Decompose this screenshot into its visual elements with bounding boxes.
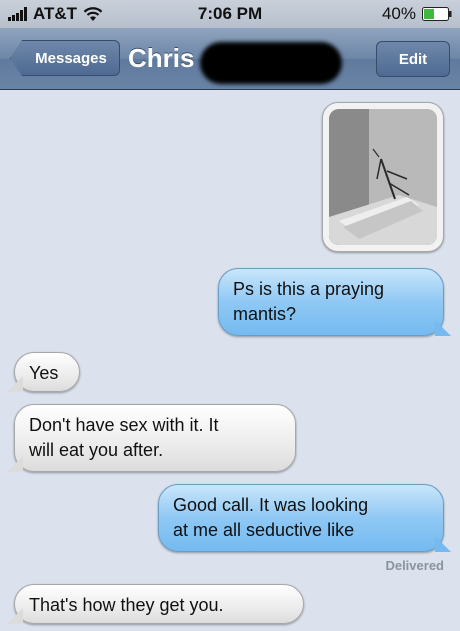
edit-button[interactable]: Edit	[376, 41, 450, 77]
status-bar: AT&T 7:06 PM 40%	[0, 0, 460, 28]
message-bubble-sent[interactable]: Ps is this a praying mantis?	[218, 268, 444, 336]
message-line: Good call. It was looking	[173, 495, 369, 515]
message-line: at me all seductive like	[173, 520, 355, 540]
message-bubble-sent[interactable]: Good call. It was looking at me all sedu…	[158, 484, 444, 552]
message-bubble-received[interactable]: That's how they get you.	[14, 584, 304, 624]
message-bubble-received[interactable]: Don't have sex with it. It will eat you …	[14, 404, 296, 472]
message-thread[interactable]: Ps is this a praying mantis? Yes Don't h…	[0, 90, 460, 631]
redaction-blot	[200, 42, 342, 84]
message-line: Yes	[29, 363, 59, 383]
delivered-status: Delivered	[385, 558, 444, 573]
contact-name: Chris	[128, 42, 195, 73]
message-line: That's how they get you.	[29, 595, 224, 615]
battery-group: 40%	[382, 4, 452, 24]
message-line: Don't have sex with it. It	[29, 415, 219, 435]
messages-back-button[interactable]: Messages	[10, 40, 120, 76]
mantis-photo-image	[329, 109, 437, 245]
message-bubble-received[interactable]: Yes	[14, 352, 80, 392]
message-line: Ps is this a praying	[233, 279, 385, 299]
battery-icon	[422, 7, 452, 21]
photo-message[interactable]	[322, 102, 444, 252]
battery-percent: 40%	[381, 4, 416, 23]
conversation-header: Messages Chris Edit	[0, 28, 460, 90]
mantis-photo	[329, 109, 437, 245]
message-line: mantis?	[233, 304, 297, 324]
message-line: will eat you after.	[29, 440, 164, 460]
